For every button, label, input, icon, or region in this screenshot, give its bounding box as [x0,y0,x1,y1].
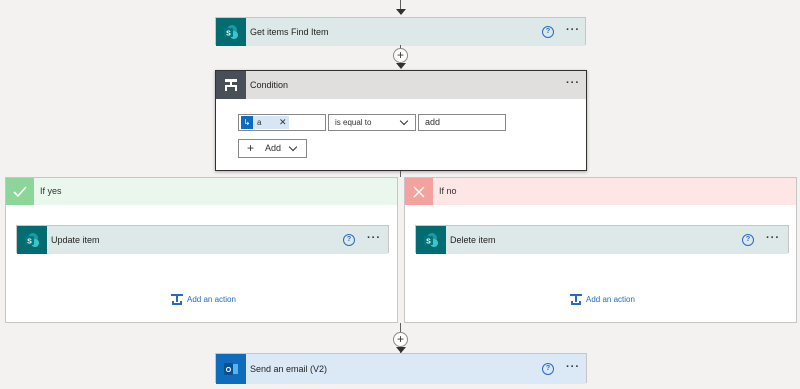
token-icon: ↳ [241,116,253,129]
svg-text:S: S [426,239,431,246]
help-icon[interactable]: ? [742,234,754,246]
add-action-link[interactable]: Add an action [187,294,236,306]
plus-icon: + [247,141,255,155]
card-title: Send an email (V2) [250,364,328,374]
branch-title: If no [439,186,457,196]
value-text: add [425,117,441,127]
sharepoint-icon: S [17,226,47,254]
help-icon[interactable]: ? [343,234,355,246]
insert-step-icon[interactable]: + [393,332,408,347]
card-title: Update item [51,235,100,245]
add-action-icon[interactable] [570,293,582,305]
add-action-icon[interactable] [171,293,183,305]
add-button[interactable]: + Add [238,139,307,158]
add-action-link[interactable]: Add an action [586,294,635,306]
sharepoint-icon: S [416,226,446,254]
if-no-branch: If no S Delete item ? ··· Add an action [404,177,797,323]
remove-token-icon[interactable]: ✕ [279,116,287,129]
get-items-card[interactable]: S Get items Find Item ? ··· [215,17,586,46]
help-icon[interactable]: ? [542,363,554,375]
ellipsis-icon[interactable]: ··· [566,25,580,38]
svg-text:O: O [226,367,232,374]
card-header: O Send an email (V2) ? ··· [216,354,586,384]
update-item-card[interactable]: S Update item ? ··· [16,225,389,254]
if-yes-branch: If yes S Update item ? ··· Add an action [5,177,398,323]
condition-value-input[interactable]: add [418,114,506,131]
operator-dropdown[interactable]: is equal to [328,114,416,131]
close-icon [405,178,433,205]
svg-text:S: S [27,239,32,246]
outlook-icon: O [216,354,246,384]
ellipsis-icon[interactable]: ··· [566,362,580,375]
arrow-down-icon [396,63,406,69]
send-email-card[interactable]: O Send an email (V2) ? ··· [215,353,587,384]
card-header: S Delete item ? ··· [416,226,788,254]
insert-step-icon[interactable]: + [393,48,408,63]
svg-text:S: S [226,31,231,38]
if-yes-header[interactable]: If yes [6,178,397,205]
add-label: Add [265,143,282,153]
ellipsis-icon[interactable]: ··· [566,78,580,91]
card-title: Delete item [450,235,496,245]
card-header: S Get items Find Item ? ··· [216,18,585,46]
condition-icon [216,71,246,99]
card-header: S Update item ? ··· [17,226,388,254]
card-header: Condition ··· [216,71,586,99]
chevron-down-icon [288,142,298,152]
arrow-down-icon [396,9,406,15]
condition-left-operand[interactable]: ↳ a ✕ [238,114,326,131]
check-icon [6,178,34,205]
help-icon[interactable]: ? [542,26,554,38]
ellipsis-icon[interactable]: ··· [367,233,381,246]
ellipsis-icon[interactable]: ··· [766,233,780,246]
condition-card[interactable]: Condition ··· ↳ a ✕ is equal to add + Ad… [215,70,587,171]
delete-item-card[interactable]: S Delete item ? ··· [415,225,789,254]
connector-line [400,171,401,177]
card-title: Get items Find Item [250,27,329,37]
operator-label: is equal to [335,118,372,127]
token-label: a [257,118,262,127]
branch-title: If yes [40,186,62,196]
chevron-down-icon [399,116,409,126]
card-title: Condition [250,80,289,90]
if-no-header[interactable]: If no [405,178,796,205]
sharepoint-icon: S [216,18,246,46]
dynamic-token[interactable]: ↳ a ✕ [241,116,289,129]
